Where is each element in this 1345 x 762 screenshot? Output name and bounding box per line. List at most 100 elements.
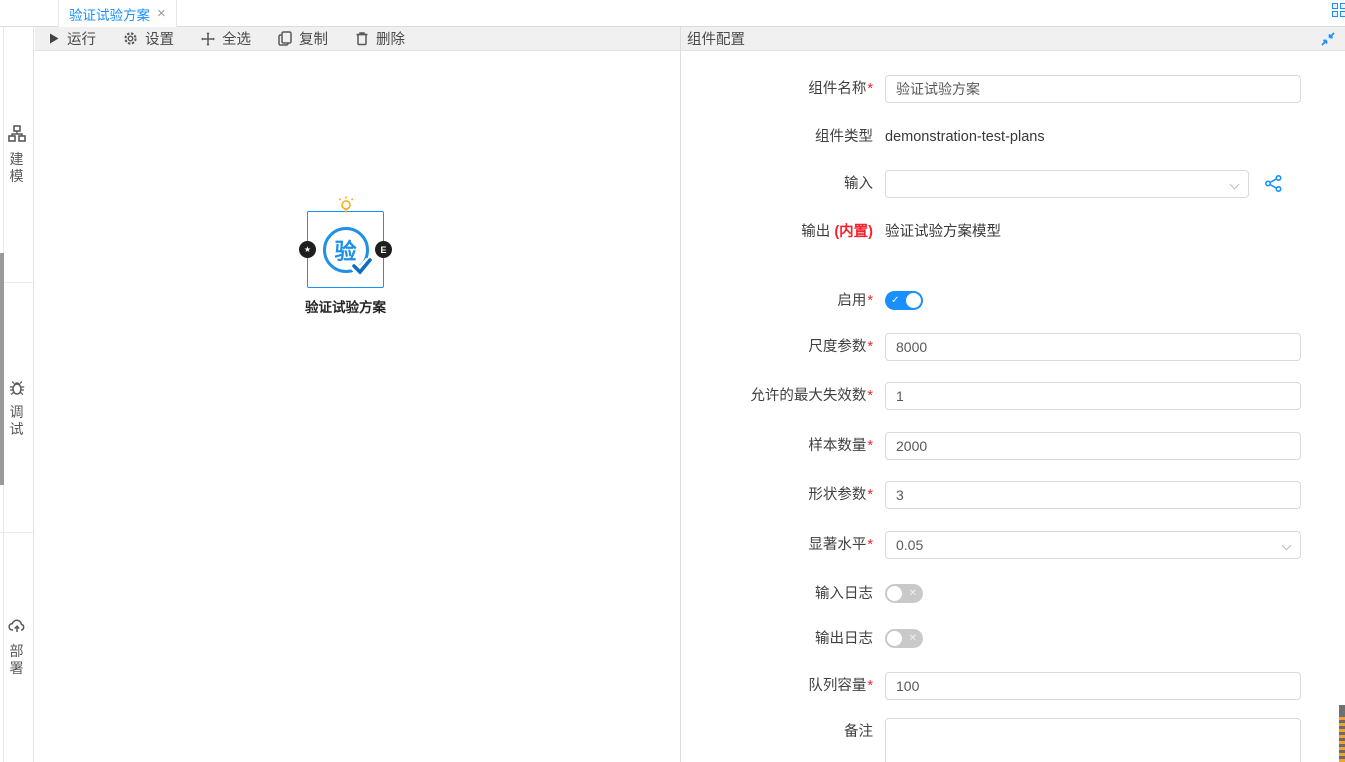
output-port-glyph: E bbox=[380, 245, 386, 255]
modeling-canvas[interactable]: 验 ★ E 验证试验方案 bbox=[35, 51, 680, 762]
sidebar-item-debug[interactable]: 调试 bbox=[0, 283, 33, 533]
toggle-check-glyph: ✓ bbox=[891, 291, 899, 310]
panel-title: 组件配置 bbox=[687, 28, 745, 49]
toggle-knob bbox=[887, 586, 902, 601]
chevron-down-icon bbox=[1230, 180, 1240, 190]
run-label: 运行 bbox=[67, 28, 96, 49]
grid-square bbox=[1340, 11, 1345, 17]
tab-close-icon[interactable]: × bbox=[157, 6, 166, 21]
output-log-toggle[interactable]: ✕ bbox=[885, 629, 923, 648]
run-button[interactable]: 运行 bbox=[48, 28, 96, 49]
form-row-significance-level: 显著水平* 0.05 bbox=[681, 531, 1345, 559]
form-row-queue-capacity: 队列容量* bbox=[681, 672, 1345, 700]
panel-body: 组件名称* 组件类型 demonstration-test-plans 输入 bbox=[681, 51, 1345, 762]
input-select[interactable] bbox=[885, 170, 1249, 198]
left-sidebar: 建模 调试 部署 bbox=[0, 27, 34, 762]
sample-count-input[interactable] bbox=[885, 432, 1301, 460]
form-row-component-type: 组件类型 demonstration-test-plans bbox=[681, 123, 1345, 151]
field-label: 输出 bbox=[801, 224, 830, 240]
field-label: 显著水平 bbox=[808, 537, 866, 553]
panel-header: 组件配置 bbox=[681, 27, 1345, 51]
remarks-textarea[interactable] bbox=[885, 718, 1301, 762]
field-label: 形状参数 bbox=[808, 487, 866, 503]
output-value: 验证试验方案模型 bbox=[885, 218, 1301, 246]
check-swoosh-icon bbox=[351, 258, 373, 275]
field-label: 允许的最大失效数 bbox=[750, 388, 866, 404]
output-port[interactable]: E bbox=[375, 241, 392, 258]
toggle-x-glyph: ✕ bbox=[909, 629, 917, 648]
lightbulb-icon[interactable] bbox=[336, 195, 356, 215]
share-connections-button[interactable] bbox=[1265, 175, 1282, 195]
sidebar-item-modeling[interactable]: 建模 bbox=[0, 27, 33, 283]
grid-square bbox=[1332, 11, 1338, 17]
form-row-output-log: 输出日志 ✕ bbox=[681, 625, 1345, 653]
select-all-button[interactable]: 全选 bbox=[201, 28, 251, 49]
copy-icon bbox=[278, 31, 292, 46]
share-icon bbox=[1265, 175, 1282, 192]
delete-label: 删除 bbox=[376, 28, 405, 49]
max-failures-input[interactable] bbox=[885, 382, 1301, 410]
form-row-enable: 启用* ✓ bbox=[681, 287, 1345, 315]
form-row-component-name: 组件名称* bbox=[681, 75, 1345, 103]
apps-grid-icon[interactable] bbox=[1332, 3, 1345, 17]
required-mark: * bbox=[867, 438, 873, 454]
component-name-input[interactable] bbox=[885, 75, 1301, 103]
field-label: 输入日志 bbox=[815, 586, 873, 602]
settings-button[interactable]: 设置 bbox=[123, 28, 174, 49]
trash-icon bbox=[355, 31, 369, 46]
scrollbar-thumb-top bbox=[1339, 705, 1345, 717]
form-row-input: 输入 bbox=[681, 170, 1345, 198]
required-mark: * bbox=[867, 81, 873, 97]
sidebar-item-label: 建模 bbox=[9, 151, 25, 185]
field-label: 队列容量 bbox=[808, 678, 866, 694]
grid-square bbox=[1332, 3, 1338, 9]
required-mark: * bbox=[867, 487, 873, 503]
scale-param-input[interactable] bbox=[885, 333, 1301, 361]
play-icon bbox=[48, 32, 60, 45]
panel-scrollbar[interactable] bbox=[1339, 705, 1345, 762]
form-row-shape-param: 形状参数* bbox=[681, 481, 1345, 509]
settings-label: 设置 bbox=[145, 28, 174, 49]
delete-button[interactable]: 删除 bbox=[355, 28, 405, 49]
queue-capacity-input[interactable] bbox=[885, 672, 1301, 700]
significance-level-select[interactable]: 0.05 bbox=[885, 531, 1301, 559]
field-label: 备注 bbox=[844, 724, 873, 740]
input-log-toggle[interactable]: ✕ bbox=[885, 584, 923, 603]
builtin-badge: (内置) bbox=[834, 224, 873, 240]
field-label: 组件名称 bbox=[808, 81, 866, 97]
input-port-glyph: ★ bbox=[304, 245, 311, 254]
copy-button[interactable]: 复制 bbox=[278, 28, 328, 49]
sidebar-item-label: 调试 bbox=[9, 404, 25, 438]
bug-icon bbox=[8, 378, 26, 396]
required-mark: * bbox=[867, 293, 873, 309]
sidebar-item-deploy[interactable]: 部署 bbox=[0, 533, 33, 761]
form-row-max-failures: 允许的最大失效数* bbox=[681, 382, 1345, 410]
tab-validation-test-plan[interactable]: 验证试验方案 × bbox=[58, 0, 177, 27]
collapse-panel-button[interactable] bbox=[1321, 32, 1335, 46]
tab-title: 验证试验方案 bbox=[69, 4, 150, 24]
form-row-scale-param: 尺度参数* bbox=[681, 333, 1345, 361]
field-label: 组件类型 bbox=[815, 129, 873, 145]
gear-icon bbox=[123, 31, 138, 46]
field-label: 输出日志 bbox=[815, 631, 873, 647]
sidebar-scrollbar-thumb[interactable] bbox=[0, 253, 4, 485]
node-label: 验证试验方案 bbox=[305, 296, 386, 316]
form-row-output: 输出 (内置) 验证试验方案模型 bbox=[681, 218, 1345, 246]
toggle-x-glyph: ✕ bbox=[909, 584, 917, 603]
node-icon: 验 bbox=[323, 227, 369, 273]
form-row-input-log: 输入日志 ✕ bbox=[681, 580, 1345, 608]
input-port[interactable]: ★ bbox=[299, 241, 316, 258]
required-mark: * bbox=[867, 339, 873, 355]
node-validation-test-plan[interactable]: 验 ★ E 验证试验方案 bbox=[307, 211, 384, 288]
component-type-value: demonstration-test-plans bbox=[885, 123, 1301, 151]
field-label: 启用 bbox=[837, 293, 866, 309]
component-config-panel: 组件配置 组件名称* 组件类型 demonstration-test-plans… bbox=[680, 27, 1345, 762]
field-label: 样本数量 bbox=[808, 438, 866, 454]
field-label: 输入 bbox=[844, 176, 873, 192]
required-mark: * bbox=[867, 388, 873, 404]
enable-toggle[interactable]: ✓ bbox=[885, 291, 923, 310]
canvas-toolbar: 运行 设置 全选 复制 删除 bbox=[35, 27, 680, 51]
form-row-sample-count: 样本数量* bbox=[681, 432, 1345, 460]
shape-param-input[interactable] bbox=[885, 481, 1301, 509]
toggle-knob bbox=[887, 631, 902, 646]
